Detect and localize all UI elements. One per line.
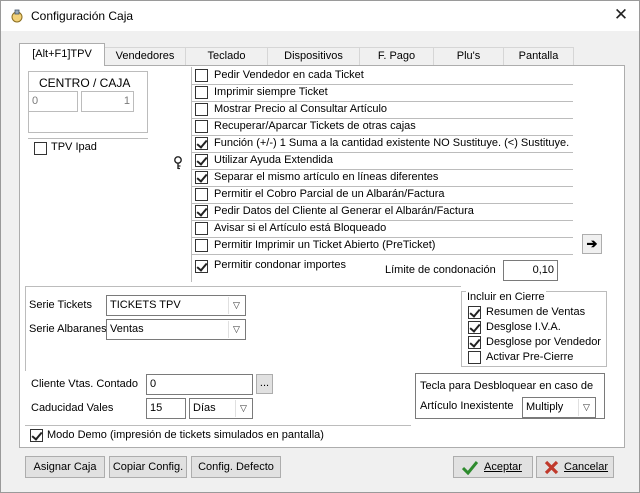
option-checkbox[interactable] [195, 86, 208, 99]
tab-dispositivos[interactable]: Dispositivos [268, 47, 360, 65]
option-label: Separar el mismo artículo en líneas dife… [214, 171, 439, 183]
option-label: Recuperar/Aparcar Tickets de otras cajas [214, 120, 416, 132]
tpv-ipad-checkbox[interactable] [34, 142, 47, 155]
tecla-label-line2: Artículo Inexistente [420, 400, 514, 412]
tab-vendedores[interactable]: Vendedores [105, 47, 186, 65]
option-row[interactable]: Imprimir siempre Ticket [191, 85, 573, 102]
chevron-down-icon[interactable]: ▽ [228, 321, 244, 338]
option-label: Imprimir siempre Ticket [214, 86, 328, 98]
aceptar-button[interactable]: Aceptar [453, 456, 533, 478]
tab-teclado[interactable]: Teclado [186, 47, 268, 65]
cliente-label: Cliente Vtas. Contado [31, 378, 139, 390]
desglose-vendedor-label: Desglose por Vendedor [486, 336, 601, 348]
tecla-select[interactable]: Multiply ▽ [522, 397, 596, 418]
cancel-x-icon [544, 460, 559, 475]
centro-caja-label: CENTRO / CAJA [39, 76, 131, 90]
cliente-input[interactable]: 0 [146, 374, 253, 395]
config-caja-window: Configuración Caja ✕ [Alt+F1]TPV Vendedo… [0, 0, 640, 493]
option-row[interactable]: Mostrar Precio al Consultar Artículo [191, 102, 573, 119]
aceptar-label: Aceptar [484, 461, 522, 473]
condonacion-label: Límite de condonación [385, 264, 496, 276]
ipad-divider [28, 138, 148, 139]
chevron-down-icon[interactable]: ▽ [578, 399, 594, 416]
centro-input[interactable]: 0 [28, 91, 78, 112]
modo-demo-checkbox[interactable] [30, 429, 43, 442]
caducidad-input[interactable]: 15 [146, 398, 186, 419]
option-checkbox[interactable] [195, 69, 208, 82]
option-label: Función (+/-) 1 Suma a la cantidad exist… [214, 137, 570, 149]
tab-tpv[interactable]: [Alt+F1]TPV [19, 43, 105, 66]
option-row[interactable]: Utilizar Ayuda Extendida [191, 153, 573, 170]
option-row[interactable]: Permitir Imprimir un Ticket Abierto (Pre… [191, 238, 573, 255]
option-row[interactable]: Avisar si el Artículo está Bloqueado [191, 221, 573, 238]
chevron-down-icon[interactable]: ▽ [228, 297, 244, 314]
option-row[interactable]: Función (+/-) 1 Suma a la cantidad exist… [191, 136, 573, 153]
caja-input[interactable]: 1 [81, 91, 134, 112]
resumen-ventas-label: Resumen de Ventas [486, 306, 586, 318]
option-checkbox[interactable] [195, 171, 208, 184]
option-label: Permitir el Cobro Parcial de un Albarán/… [214, 188, 445, 200]
desglose-iva-checkbox[interactable] [468, 321, 481, 334]
key-help-icon [174, 156, 182, 170]
cliente-browse-button[interactable]: ... [256, 374, 273, 394]
serie-albaranes-label: Serie Albaranes [29, 323, 107, 335]
option-checkbox[interactable] [195, 222, 208, 235]
pre-cierre-checkbox[interactable] [468, 351, 481, 364]
resumen-ventas-checkbox[interactable] [468, 306, 481, 319]
serie-albaranes-value: Ventas [110, 323, 144, 335]
option-checkbox[interactable] [195, 103, 208, 116]
chevron-down-icon[interactable]: ▽ [235, 400, 251, 417]
option-label: Avisar si el Artículo está Bloqueado [214, 222, 387, 234]
tab-fpago[interactable]: F. Pago [360, 47, 434, 65]
serie-tickets-select[interactable]: TICKETS TPV ▽ [106, 295, 246, 316]
tpv-ipad-label: TPV Ipad [51, 141, 97, 153]
option-row[interactable]: Pedir Datos del Cliente al Generar el Al… [191, 204, 573, 221]
window-title: Configuración Caja [31, 9, 134, 23]
option-row[interactable]: Permitir el Cobro Parcial de un Albarán/… [191, 187, 573, 204]
tab-pantalla[interactable]: Pantalla [504, 47, 574, 65]
cancelar-button[interactable]: Cancelar [536, 456, 614, 478]
option-checkbox[interactable] [195, 239, 208, 252]
caducidad-label: Caducidad Vales [31, 402, 114, 414]
option-row[interactable]: Recuperar/Aparcar Tickets de otras cajas [191, 119, 573, 136]
asignar-caja-button[interactable]: Asignar Caja [25, 456, 105, 478]
tecla-label-line1: Tecla para Desbloquear en caso de [420, 380, 594, 392]
option-row[interactable]: Separar el mismo artículo en líneas dife… [191, 170, 573, 187]
option-checkbox[interactable] [195, 137, 208, 150]
option-checkbox[interactable] [195, 188, 208, 201]
close-icon[interactable]: ✕ [611, 5, 631, 25]
serie-albaranes-select[interactable]: Ventas ▽ [106, 319, 246, 340]
option-row[interactable]: Pedir Vendedor en cada Ticket [191, 68, 573, 85]
option-checkbox[interactable] [195, 205, 208, 218]
option-checkbox[interactable] [195, 154, 208, 167]
arrow-right-icon[interactable]: ➔ [582, 234, 602, 254]
option-label: Pedir Datos del Cliente al Generar el Al… [214, 205, 474, 217]
tab-strip: [Alt+F1]TPV Vendedores Teclado Dispositi… [19, 43, 574, 66]
cancelar-label: Cancelar [564, 461, 609, 473]
desglose-vendedor-checkbox[interactable] [468, 336, 481, 349]
check-icon [462, 461, 478, 475]
serie-tickets-value: TICKETS TPV [110, 299, 181, 311]
modo-demo-label: Modo Demo (impresión de tickets simulado… [47, 429, 324, 441]
app-icon [11, 9, 23, 23]
title-bar: Configuración Caja ✕ [1, 1, 639, 31]
option-label: Utilizar Ayuda Extendida [214, 154, 334, 166]
serie-tickets-label: Serie Tickets [29, 299, 92, 311]
option-checkbox[interactable] [195, 260, 208, 273]
caducidad-unit-value: Días [193, 402, 216, 414]
condonacion-input[interactable]: 0,10 [503, 260, 558, 281]
option-label: Permitir Imprimir un Ticket Abierto (Pre… [214, 239, 436, 251]
tecla-value: Multiply [526, 401, 564, 413]
desglose-iva-label: Desglose I.V.A. [486, 321, 561, 333]
tab-plus[interactable]: Plu's [434, 47, 504, 65]
copiar-config-button[interactable]: Copiar Config. [109, 456, 187, 478]
option-label: Mostrar Precio al Consultar Artículo [214, 103, 388, 115]
config-defecto-button[interactable]: Config. Defecto [191, 456, 281, 478]
option-checkbox[interactable] [195, 120, 208, 133]
pre-cierre-label: Activar Pre-Cierre [486, 351, 574, 363]
caducidad-unit-select[interactable]: Días ▽ [189, 398, 253, 419]
option-label: Permitir condonar importes [214, 259, 347, 271]
option-label: Pedir Vendedor en cada Ticket [214, 69, 364, 81]
incluir-cierre-title: Incluir en Cierre [466, 291, 546, 303]
